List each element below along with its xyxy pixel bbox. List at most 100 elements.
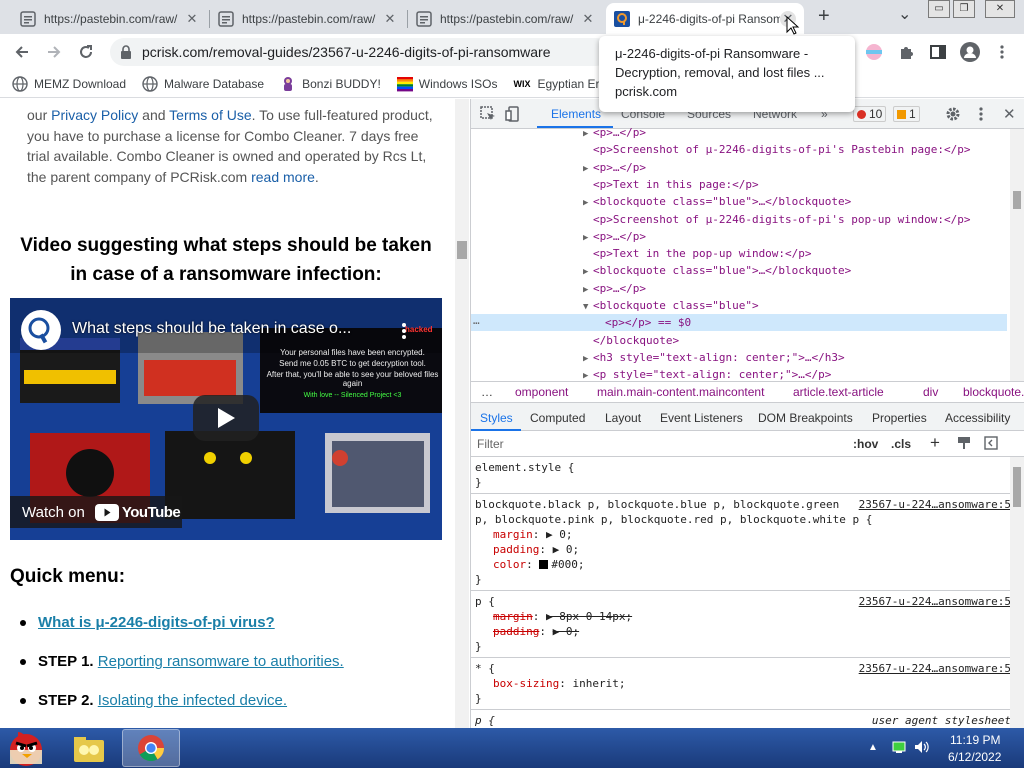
video-title[interactable]: What steps should be taken in case o... [72, 320, 351, 338]
watch-on-youtube-button[interactable]: Watch on YouTube [10, 496, 182, 528]
dom-node-line[interactable]: ▶ <p>…</p> [471, 124, 1007, 141]
breadcrumb-item[interactable]: main.main-content.maincontent [597, 382, 764, 402]
read-more-link[interactable]: read more [251, 169, 315, 185]
dom-node-line[interactable]: ▶ <p>…</p> [471, 159, 1007, 176]
css-brace[interactable]: } [475, 691, 1011, 706]
css-declaration[interactable]: margin: ▶ 8px 0 14px; [475, 609, 1011, 624]
dom-node-line[interactable]: <p>Text in the pop-up window:</p> [471, 245, 1007, 262]
dom-node-line[interactable]: ▶ <h3 style="text-align: center;">…</h3> [471, 349, 1007, 366]
css-selector[interactable]: p {23567-u-224…ansomware:5 [475, 594, 1011, 609]
css-brace[interactable]: } [475, 639, 1011, 654]
styles-subtab[interactable]: Accessibility [945, 411, 1010, 425]
tab-pastebin-2[interactable]: https://pastebin.com/raw/ ✕ [210, 3, 406, 34]
start-button-angry-bird-icon[interactable] [4, 728, 50, 768]
lock-icon[interactable] [120, 45, 132, 59]
css-declaration[interactable]: box-sizing: inherit; [475, 676, 1011, 691]
dom-node-line[interactable]: ▶ <blockquote class="blue">…</blockquote> [471, 193, 1007, 210]
play-button[interactable] [193, 395, 259, 441]
side-panel-icon[interactable] [926, 40, 950, 64]
network-icon[interactable] [892, 740, 906, 754]
close-tab-icon[interactable]: ✕ [580, 11, 596, 27]
css-source-link[interactable]: 23567-u-224…ansomware:5 [859, 661, 1011, 676]
tab-pcrisk-active[interactable]: μ-2246-digits-of-pi Ransom ✕ [606, 3, 804, 34]
styles-subtab[interactable]: Computed [530, 411, 585, 425]
address-bar[interactable]: pcrisk.com/removal-guides/23567-u-2246-d… [110, 38, 610, 66]
breadcrumb-item[interactable]: … [481, 382, 493, 402]
dom-node-line[interactable]: ▶ <blockquote class="blue">…</blockquote> [471, 262, 1007, 279]
css-selector[interactable]: blockquote.black p, blockquote.blue p, b… [475, 497, 1011, 512]
page-scrollbar[interactable] [455, 99, 469, 728]
dom-node-line[interactable]: <p>Screenshot of μ-2246-digits-of-pi's p… [471, 211, 1007, 228]
warning-count-badge[interactable]: 1 [893, 106, 920, 122]
css-brace[interactable]: } [475, 572, 1011, 587]
cls-button[interactable]: .cls [891, 437, 911, 451]
bookmark-windows-isos[interactable]: Windows ISOs [396, 76, 497, 92]
clock-time[interactable]: 11:19 PM [950, 733, 1000, 747]
minimize-button[interactable]: ▭ [928, 0, 950, 18]
css-selector[interactable]: element.style { [475, 460, 1011, 475]
profile-avatar-icon[interactable] [958, 40, 982, 64]
color-swatch[interactable] [539, 560, 549, 569]
new-rule-button[interactable]: + [930, 433, 940, 453]
page-scrollbar-thumb[interactable] [457, 241, 467, 259]
styles-subtab[interactable]: Event Listeners [660, 411, 743, 425]
css-brace[interactable]: } [475, 475, 1011, 490]
clock-date[interactable]: 6/12/2022 [948, 750, 1001, 764]
css-declaration[interactable]: margin: ▶ 0; [475, 527, 1011, 542]
taskbar-chrome-button[interactable] [122, 729, 180, 767]
tab-search-button[interactable]: ⌄ [898, 4, 911, 24]
privacy-policy-link[interactable]: Privacy Policy [51, 107, 138, 123]
dom-node-line[interactable]: ▶ <p style="text-align: center;">…</p> [471, 366, 1007, 381]
dom-scrollbar[interactable] [1010, 129, 1024, 381]
tab-elements[interactable]: Elements [551, 107, 601, 121]
channel-avatar-icon[interactable] [21, 310, 61, 350]
toggle-sidebar-icon[interactable] [984, 436, 998, 453]
new-tab-button[interactable]: + [818, 5, 830, 28]
styles-subtab[interactable]: Properties [872, 411, 927, 425]
extension-color-icon[interactable] [862, 40, 886, 64]
expand-arrow-icon[interactable]: ▶ [583, 368, 593, 381]
tab-pastebin-3[interactable]: https://pastebin.com/raw/ ✕ [408, 3, 604, 34]
terms-of-use-link[interactable]: Terms of Use [169, 107, 251, 123]
styles-scrollbar-thumb[interactable] [1013, 467, 1021, 507]
close-window-button[interactable]: ✕ [985, 0, 1015, 18]
show-hidden-icons-button[interactable]: ▲ [868, 742, 878, 753]
dom-scrollbar-thumb[interactable] [1013, 191, 1021, 209]
video-more-icon[interactable] [401, 322, 409, 342]
css-declaration[interactable]: color: #000; [475, 557, 1011, 572]
close-devtools-icon[interactable]: ✕ [1003, 105, 1016, 123]
breadcrumb-item[interactable]: blockquote.blue [963, 382, 1024, 402]
css-selector[interactable]: p, blockquote.pink p, blockquote.red p, … [475, 512, 1011, 527]
extensions-puzzle-icon[interactable] [894, 40, 918, 64]
css-selector[interactable]: * {23567-u-224…ansomware:5 [475, 661, 1011, 676]
menu-kebab-icon[interactable] [990, 40, 1014, 64]
css-selector[interactable]: p {user agent stylesheet [475, 713, 1011, 728]
dom-ellipsis[interactable]: … [473, 312, 1009, 329]
reporting-ransomware-link[interactable]: Reporting ransomware to authorities. [98, 653, 344, 670]
dom-node-line[interactable]: ▶ <p>…</p> [471, 280, 1007, 297]
close-tab-icon[interactable]: ✕ [382, 11, 398, 27]
youtube-video-embed[interactable]: Your personal files have been encrypted.… [10, 298, 442, 540]
close-tab-icon[interactable]: ✕ [184, 11, 200, 27]
filter-input[interactable]: Filter [477, 437, 504, 451]
reload-icon[interactable] [74, 40, 98, 64]
volume-icon[interactable] [914, 740, 930, 754]
dom-node-line[interactable]: <p>Text in this page:</p> [471, 176, 1007, 193]
styles-scrollbar[interactable] [1010, 457, 1024, 728]
dom-node-line[interactable]: <p>Screenshot of μ-2246-digits-of-pi's P… [471, 141, 1007, 158]
what-is-virus-link[interactable]: What is μ-2246-digits-of-pi virus? [38, 614, 275, 631]
paint-icon[interactable] [957, 436, 971, 453]
css-source-link[interactable]: 23567-u-224…ansomware:5 [859, 594, 1011, 609]
dom-node-line[interactable]: ▶ <p>…</p> [471, 228, 1007, 245]
taskbar-folder-icon[interactable] [72, 732, 106, 764]
styles-subtab[interactable]: Layout [605, 411, 641, 425]
breadcrumb-item[interactable]: div [923, 382, 938, 402]
dom-node-line[interactable]: </blockquote> [471, 332, 1007, 349]
styles-subtab[interactable]: Styles [480, 411, 513, 425]
styles-subtab[interactable]: DOM Breakpoints [758, 411, 853, 425]
error-count-badge[interactable]: 10 [853, 106, 887, 122]
css-declaration[interactable]: padding: ▶ 0; [475, 624, 1011, 639]
bookmark-bonzi[interactable]: Bonzi BUDDY! [280, 76, 381, 92]
forward-icon[interactable] [42, 40, 66, 64]
back-icon[interactable] [10, 40, 34, 64]
